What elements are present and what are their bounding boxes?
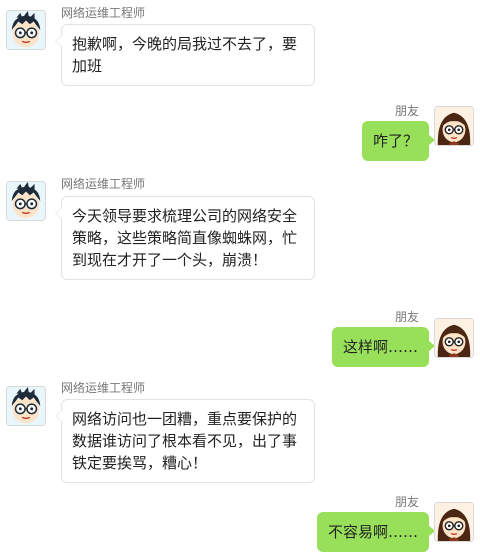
message-text: 这样啊…… [342,338,418,356]
message-bubble[interactable]: 咋了？ [361,121,435,161]
message-text: 咋了？ [372,132,418,150]
chat-conversation: 网络运维工程师 抱歉啊，今晚的局我过不去了，要加班 朋友 咋了？ 网络运维工程师… [0,0,480,559]
message-text: 不容易啊…… [327,523,418,541]
message-text: 网络访问也一团糟，重点要保护的数据谁访问了根本看不见，出了事铁定要挨骂，糟心！ [72,410,298,472]
sender-name: 网络运维工程师 [61,6,146,20]
sender-name: 网络运维工程师 [61,381,146,395]
bubble-tail [55,410,63,422]
engineer-avatar-icon[interactable] [6,386,46,426]
sender-name: 朋友 [394,310,419,324]
sender-name: 网络运维工程师 [61,177,146,191]
message-text: 今天领导要求梳理公司的网络安全策略，这些策略简直像蜘蛛网，忙到现在才开了一个头，… [72,207,298,269]
message-bubble[interactable]: 这样啊…… [331,327,435,367]
bubble-tail [55,35,63,47]
message-text: 抱歉啊，今晚的局我过不去了，要加班 [72,35,298,75]
sender-name: 朋友 [394,104,419,118]
bubble-tail [55,207,63,219]
engineer-avatar-icon[interactable] [6,10,46,50]
message-bubble[interactable]: 抱歉啊，今晚的局我过不去了，要加班 [55,24,315,86]
friend-avatar-icon[interactable] [434,318,474,358]
sender-name: 朋友 [394,495,419,509]
message-bubble[interactable]: 不容易啊…… [316,512,435,552]
engineer-avatar-icon[interactable] [6,181,46,221]
friend-avatar-icon[interactable] [434,502,474,542]
friend-avatar-icon[interactable] [434,106,474,146]
message-bubble[interactable]: 今天领导要求梳理公司的网络安全策略，这些策略简直像蜘蛛网，忙到现在才开了一个头，… [55,196,315,280]
message-bubble[interactable]: 网络访问也一团糟，重点要保护的数据谁访问了根本看不见，出了事铁定要挨骂，糟心！ [55,399,315,483]
